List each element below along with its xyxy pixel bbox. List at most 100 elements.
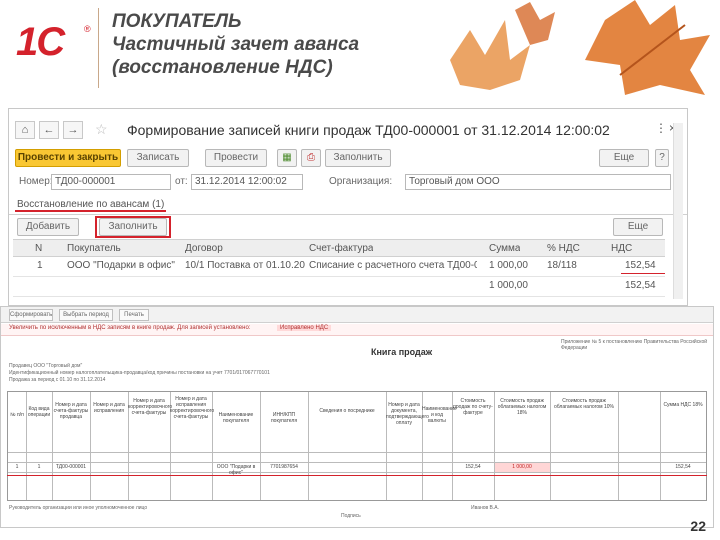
row-invoice: ТД00-000001 bbox=[55, 464, 87, 470]
tab-bar: Восстановление по авансам (1) bbox=[9, 197, 687, 215]
date-label: от: bbox=[175, 176, 188, 187]
nav-bar: ⌂ ← → ☆ Формирование записей книги прода… bbox=[9, 117, 687, 143]
post-button[interactable]: Провести bbox=[205, 149, 267, 167]
add-row-button[interactable]: Добавить bbox=[17, 218, 79, 236]
report-title: Книга продаж bbox=[371, 347, 433, 357]
col-payment-doc: Номер и дата документа, подтверждающего … bbox=[386, 402, 429, 426]
arrow-left-icon[interactable]: ← bbox=[39, 121, 59, 139]
document-window: ⌂ ← → ☆ Формирование записей книги прода… bbox=[8, 108, 688, 306]
total-vat: 152,54 bbox=[625, 280, 656, 291]
organization-field[interactable]: Торговый дом ООО bbox=[405, 174, 671, 190]
row-buyer: ООО "Подарки в офис" bbox=[67, 260, 175, 271]
row-op-code: 1 bbox=[37, 464, 41, 470]
report-period: Продажа за период с 01.10 по 31.12.2014 bbox=[9, 377, 106, 383]
fill-button[interactable]: Заполнить bbox=[325, 149, 391, 167]
col-header-invoice: Счет-фактура bbox=[309, 243, 374, 254]
row-vat-18: 152,54 bbox=[675, 464, 691, 470]
row-n: 1 bbox=[37, 260, 43, 271]
slide-title-line-3: (восстановление НДС) bbox=[112, 57, 333, 78]
col-currency: Наименование и код валюты bbox=[422, 406, 457, 424]
table-header-row: N Покупатель Договор Счет-фактура Сумма … bbox=[13, 239, 665, 257]
print-button[interactable]: Печать bbox=[119, 309, 149, 321]
report-note-right: Приложение № 5 к постановлению Правитель… bbox=[561, 339, 708, 351]
print-icon[interactable]: ⎙ bbox=[301, 149, 321, 167]
sales-book-report: Сформировать Выбрать период Печать Увели… bbox=[0, 306, 714, 528]
footer-sign: Подпись bbox=[341, 513, 361, 519]
vat-underline bbox=[621, 273, 665, 274]
row-num: 1 bbox=[15, 464, 19, 470]
autumn-leaf-right bbox=[585, 0, 710, 95]
col-vat-18: Сумма НДС 18% bbox=[663, 402, 703, 408]
report-toolbar: Сформировать Выбрать период Печать bbox=[1, 307, 713, 323]
table-toolbar: Добавить Заполнить Еще bbox=[9, 216, 687, 238]
table-line bbox=[8, 452, 706, 453]
report-icon[interactable]: ▦ bbox=[277, 149, 297, 167]
more-button[interactable]: Еще bbox=[599, 149, 649, 167]
star-icon[interactable]: ☆ bbox=[95, 121, 108, 138]
table-col-line bbox=[660, 392, 661, 500]
logo-reg-mark: ® bbox=[84, 24, 91, 34]
sales-book-table: № п/п Код вида операции Номер и дата сче… bbox=[7, 391, 707, 501]
header-divider bbox=[98, 8, 99, 88]
home-icon[interactable]: ⌂ bbox=[15, 121, 35, 139]
date-field[interactable]: 31.12.2014 12:00:02 bbox=[191, 174, 303, 190]
report-seller: Продавец ООО "Торговый дом" bbox=[9, 363, 83, 369]
row-amount: 1 000,00 bbox=[489, 260, 528, 271]
warning-bar: Увеличить по исключенным в НДС записям в… bbox=[1, 324, 713, 336]
row-sales-18: 1 000,00 bbox=[512, 464, 532, 470]
col-buyer-name: Наименование покупателя bbox=[218, 412, 254, 424]
col-sales-total: Стоимость продаж по счету-фактуре bbox=[453, 398, 493, 416]
col-adj-correction: Номер и дата исправления корректировочно… bbox=[170, 396, 215, 420]
logo-text: 1С bbox=[16, 20, 65, 64]
col-intermediary: Сведения о посреднике bbox=[319, 408, 375, 414]
row-sales-total: 152,54 bbox=[465, 464, 481, 470]
post-and-close-button[interactable]: Провести и закрыть bbox=[15, 149, 121, 167]
col-sales-10: Стоимость продаж облагаемых налогом 10% bbox=[554, 398, 614, 410]
tab-advance-restoration[interactable]: Восстановление по авансам (1) bbox=[15, 199, 167, 212]
col-header-amount: Сумма bbox=[489, 243, 521, 254]
col-header-vat-rate: % НДС bbox=[547, 243, 580, 254]
total-amount: 1 000,00 bbox=[489, 280, 528, 291]
table-total-row: 1 000,00 152,54 bbox=[13, 277, 665, 297]
row-vat: 152,54 bbox=[625, 260, 656, 271]
link-icon[interactable]: ⋮ bbox=[655, 121, 667, 135]
header-fields: Номер: ТД00-000001 от: 31.12.2014 12:00:… bbox=[9, 173, 687, 193]
col-sales-18: Стоимость продаж облагаемых налогом 18% bbox=[497, 398, 547, 416]
main-toolbar: Провести и закрыть Записать Провести ▦ ⎙… bbox=[9, 149, 687, 171]
slide-title: ПОКУПАТЕЛЬ Частичный зачет аванса (восст… bbox=[112, 10, 359, 79]
slide-title-line-1: ПОКУПАТЕЛЬ bbox=[112, 11, 242, 32]
col-buyer-inn: ИНН/КПП покупателя bbox=[270, 412, 298, 424]
warning-link[interactable]: Исправлено НДС bbox=[277, 325, 332, 331]
col-header-buyer: Покупатель bbox=[67, 243, 121, 254]
save-button[interactable]: Записать bbox=[127, 149, 189, 167]
vertical-scrollbar[interactable] bbox=[673, 123, 683, 299]
col-header-n: N bbox=[35, 243, 43, 254]
col-op-code: Код вида операции bbox=[27, 406, 51, 418]
generate-report-button[interactable]: Сформировать bbox=[9, 309, 53, 321]
select-period-button[interactable]: Выбрать период bbox=[59, 309, 113, 321]
document-title: Формирование записей книги продаж ТД00-0… bbox=[127, 122, 610, 138]
slide-title-line-2: Частичный зачет аванса bbox=[112, 34, 360, 55]
table-more-button[interactable]: Еще bbox=[613, 218, 663, 236]
restoration-table: N Покупатель Договор Счет-фактура Сумма … bbox=[13, 239, 665, 297]
autumn-leaves-decoration bbox=[450, 2, 555, 90]
slide-header: 1С ® ПОКУПАТЕЛЬ Частичный зачет аванса (… bbox=[0, 0, 720, 100]
table-line bbox=[8, 462, 706, 463]
fill-highlight bbox=[95, 216, 171, 238]
col-invoice: Номер и дата счета-фактуры продавца bbox=[53, 402, 89, 420]
row-invoice: Списание с расчетного счета ТД00-000001 bbox=[309, 260, 477, 271]
arrow-right-icon[interactable]: → bbox=[63, 121, 83, 139]
table-line bbox=[8, 472, 706, 473]
col-adj-invoice: Номер и дата корректировочного счета-фак… bbox=[128, 398, 173, 416]
row-contract: 10/1 Поставка от 01.10.2014 bbox=[185, 260, 305, 271]
col-num: № п/п bbox=[10, 412, 24, 418]
company-logo: 1С ® bbox=[16, 20, 91, 70]
row-vat-rate: 18/118 bbox=[547, 260, 577, 271]
col-header-vat: НДС bbox=[611, 243, 633, 254]
number-field[interactable]: ТД00-000001 bbox=[51, 174, 171, 190]
report-inn-line: Идентификационный номер налогоплательщик… bbox=[9, 370, 270, 376]
help-button[interactable]: ? bbox=[655, 149, 669, 167]
page-number: 22 bbox=[690, 518, 706, 534]
table-row[interactable]: 1 ООО "Подарки в офис" 10/1 Поставка от … bbox=[13, 257, 665, 277]
table-col-line bbox=[618, 392, 619, 500]
